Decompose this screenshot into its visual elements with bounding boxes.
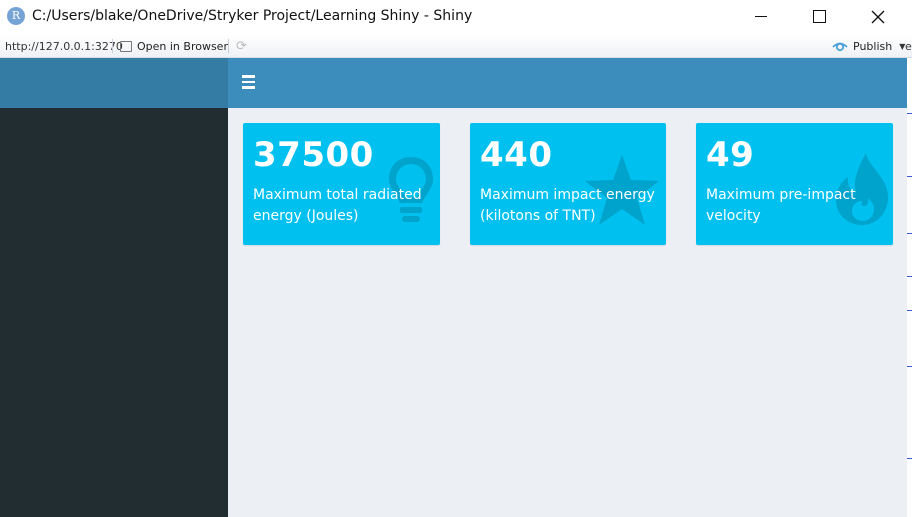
refresh-icon[interactable]: ⟳: [236, 39, 247, 54]
toolbar-separator: [112, 39, 113, 53]
viewer-toolbar: http://127.0.0.1:3270 Open in Browser ⟳ …: [0, 35, 912, 58]
dashboard-body: 37500 Maximum total radiated energy (Jou…: [228, 108, 912, 517]
open-in-browser-label: Open in Browser: [137, 40, 228, 53]
value-box-subtitle: Maximum total radiated energy (Joules): [253, 187, 422, 224]
publish-icon: [832, 42, 848, 51]
dashboard-sidebar: [0, 108, 228, 517]
value-box-subtitle: Maximum pre-impact velocity: [706, 187, 856, 224]
maximize-icon: [812, 10, 826, 23]
value-box-value: 440: [480, 135, 553, 175]
maximize-button[interactable]: [796, 0, 842, 33]
value-box-impact-energy: 440 Maximum impact energy (kilotons of T…: [470, 123, 666, 245]
minimize-button[interactable]: [738, 0, 784, 33]
url-text[interactable]: http://127.0.0.1:3270: [5, 40, 123, 53]
value-box-value: 37500: [253, 135, 374, 175]
clipped-edge-text: e: [905, 40, 912, 53]
dashboard-logo-area: [0, 58, 228, 108]
shiny-dashboard: 37500 Maximum total radiated energy (Jou…: [0, 58, 912, 517]
dashboard-navbar: [228, 58, 912, 108]
sidebar-toggle-icon[interactable]: [242, 75, 255, 89]
minimize-icon: [755, 16, 767, 17]
close-button[interactable]: [855, 0, 901, 33]
window-title: C:/Users/blake/OneDrive/Stryker Project/…: [32, 8, 473, 24]
open-in-browser-button[interactable]: Open in Browser: [120, 40, 228, 53]
value-box-velocity: 49 Maximum pre-impact velocity: [696, 123, 893, 245]
value-box-value: 49: [706, 135, 755, 175]
value-box-subtitle: Maximum impact energy (kilotons of TNT): [480, 187, 655, 224]
close-icon: [871, 10, 885, 23]
publish-button[interactable]: Publish ▼: [832, 40, 905, 53]
toolbar-separator: [228, 39, 229, 53]
window-title-bar: R C:/Users/blake/OneDrive/Stryker Projec…: [0, 0, 912, 35]
background-window-edge: [907, 58, 912, 517]
rstudio-app-icon: R: [7, 7, 25, 25]
open-browser-icon: [120, 41, 132, 52]
publish-label: Publish: [853, 40, 893, 53]
value-box-radiated-energy: 37500 Maximum total radiated energy (Jou…: [243, 123, 440, 245]
